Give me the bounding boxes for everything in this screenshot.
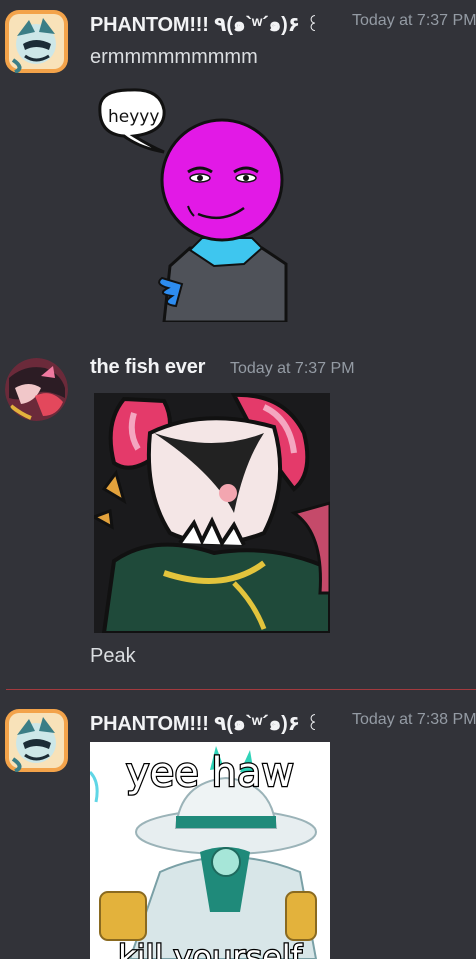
avatar[interactable]	[5, 358, 68, 421]
image-attachment[interactable]: yee haw kill yourself	[90, 742, 330, 959]
avatar[interactable]	[5, 709, 68, 772]
decoration-icon: ꒰	[305, 714, 320, 734]
message-text: ermmmmmmmmm	[90, 46, 258, 68]
username-text[interactable]: PHANTOM!!! ٩(๑`ʷ´๑)۶	[90, 713, 300, 735]
decoration-icon: ꒰	[305, 15, 320, 35]
message-text: Peak	[90, 645, 136, 667]
avatar[interactable]	[5, 10, 68, 73]
username[interactable]: the fish ever	[90, 356, 205, 379]
timestamp[interactable]: Today at 7:38 PM	[352, 711, 476, 729]
username[interactable]: PHANTOM!!! ٩(๑`ʷ´๑)۶ ꒰	[90, 8, 320, 40]
new-messages-divider	[6, 689, 476, 690]
message-3: PHANTOM!!! ٩(๑`ʷ´๑)۶ ꒰ Today at 7:38 PM …	[0, 707, 476, 959]
timestamp[interactable]: Today at 7:37 PM	[230, 360, 355, 378]
username[interactable]: PHANTOM!!! ٩(๑`ʷ´๑)۶ ꒰	[90, 707, 320, 739]
meme-top-text: yee haw	[126, 750, 294, 796]
message-2: the fish ever Today at 7:37 PM Peak	[0, 356, 476, 676]
message-1: PHANTOM!!! ٩(๑`ʷ´๑)۶ ꒰ Today at 7:37 PM …	[0, 8, 476, 328]
username-text[interactable]: PHANTOM!!! ٩(๑`ʷ´๑)۶	[90, 14, 300, 36]
meme-bottom-text: kill yourself	[118, 938, 303, 959]
username-text[interactable]: the fish ever	[90, 356, 205, 378]
timestamp[interactable]: Today at 7:37 PM	[352, 12, 476, 30]
image-attachment[interactable]	[94, 393, 330, 633]
image-attachment[interactable]: heyyy	[94, 88, 290, 322]
bubble-text: heyyy	[108, 107, 159, 127]
